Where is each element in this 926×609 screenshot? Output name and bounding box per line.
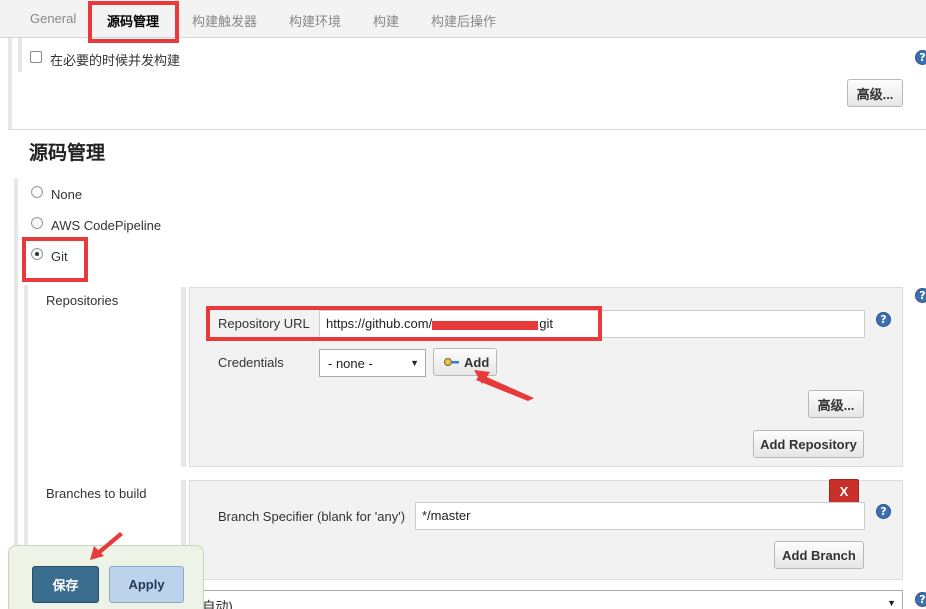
chevron-down-icon: ▼ bbox=[887, 598, 896, 608]
section-indent-bar bbox=[8, 38, 12, 130]
tab-build-triggers[interactable]: 构建触发器 bbox=[192, 11, 257, 30]
radio-none[interactable] bbox=[31, 186, 43, 198]
branch-specifier-input[interactable]: */master bbox=[415, 502, 865, 530]
add-branch-button[interactable]: Add Branch bbox=[774, 541, 864, 569]
radio-git[interactable] bbox=[31, 248, 43, 260]
section-divider bbox=[8, 129, 926, 130]
config-tab-bar: General 源码管理 构建触发器 构建环境 构建 构建后操作 bbox=[0, 0, 926, 38]
tab-build-environment[interactable]: 构建环境 bbox=[289, 11, 341, 30]
radio-git-label: Git bbox=[51, 249, 68, 264]
help-icon[interactable]: ? bbox=[876, 312, 891, 327]
radio-aws-codepipeline[interactable] bbox=[31, 217, 43, 229]
tab-build[interactable]: 构建 bbox=[373, 11, 399, 30]
help-icon[interactable]: ? bbox=[876, 504, 891, 519]
help-icon[interactable]: ? bbox=[915, 288, 926, 303]
add-repository-button[interactable]: Add Repository bbox=[753, 430, 864, 458]
tab-general[interactable]: General bbox=[30, 11, 76, 26]
repository-url-value: https://github.com/ bbox=[326, 316, 433, 331]
concurrent-build-checkbox[interactable] bbox=[30, 51, 42, 63]
delete-branch-button[interactable]: X bbox=[829, 479, 859, 504]
arrow-annotation bbox=[90, 532, 123, 560]
scm-section-title: 源码管理 bbox=[29, 143, 106, 164]
radio-aws-codepipeline-label: AWS CodePipeline bbox=[51, 218, 162, 233]
repository-url-suffix: git bbox=[539, 316, 553, 331]
repository-browser-select[interactable]: (自动) ▼ bbox=[189, 590, 903, 609]
tab-source-code-management[interactable]: 源码管理 bbox=[107, 11, 159, 30]
option-indent-bar bbox=[18, 38, 22, 72]
credentials-value: - none - bbox=[328, 356, 373, 371]
repository-url-label: Repository URL bbox=[218, 316, 310, 331]
radio-none-label: None bbox=[51, 187, 83, 202]
credentials-label: Credentials bbox=[218, 355, 284, 370]
general-advanced-button[interactable]: 高级... bbox=[847, 79, 903, 107]
credentials-select[interactable]: - none - ▼ bbox=[319, 349, 426, 377]
chevron-down-icon: ▼ bbox=[410, 358, 419, 368]
repository-advanced-button[interactable]: 高级... bbox=[808, 390, 864, 418]
repositories-label: Repositories bbox=[46, 293, 119, 308]
branches-to-build-label: Branches to build bbox=[46, 486, 147, 501]
apply-button[interactable]: Apply bbox=[109, 566, 184, 603]
help-icon[interactable]: ? bbox=[915, 50, 926, 65]
branch-specifier-label: Branch Specifier (blank for 'any') bbox=[218, 509, 406, 524]
key-icon bbox=[444, 358, 459, 366]
arrow-annotation bbox=[474, 370, 534, 401]
tab-post-build-actions[interactable]: 构建后操作 bbox=[431, 11, 496, 30]
repositories-bar bbox=[181, 287, 186, 467]
redacted-mark bbox=[432, 320, 539, 330]
save-button[interactable]: 保存 bbox=[32, 566, 99, 603]
repository-url-input[interactable]: https://github.com/git bbox=[319, 310, 865, 338]
help-icon[interactable]: ? bbox=[915, 592, 926, 607]
concurrent-build-label: 在必要的时候并发构建 bbox=[50, 53, 181, 68]
